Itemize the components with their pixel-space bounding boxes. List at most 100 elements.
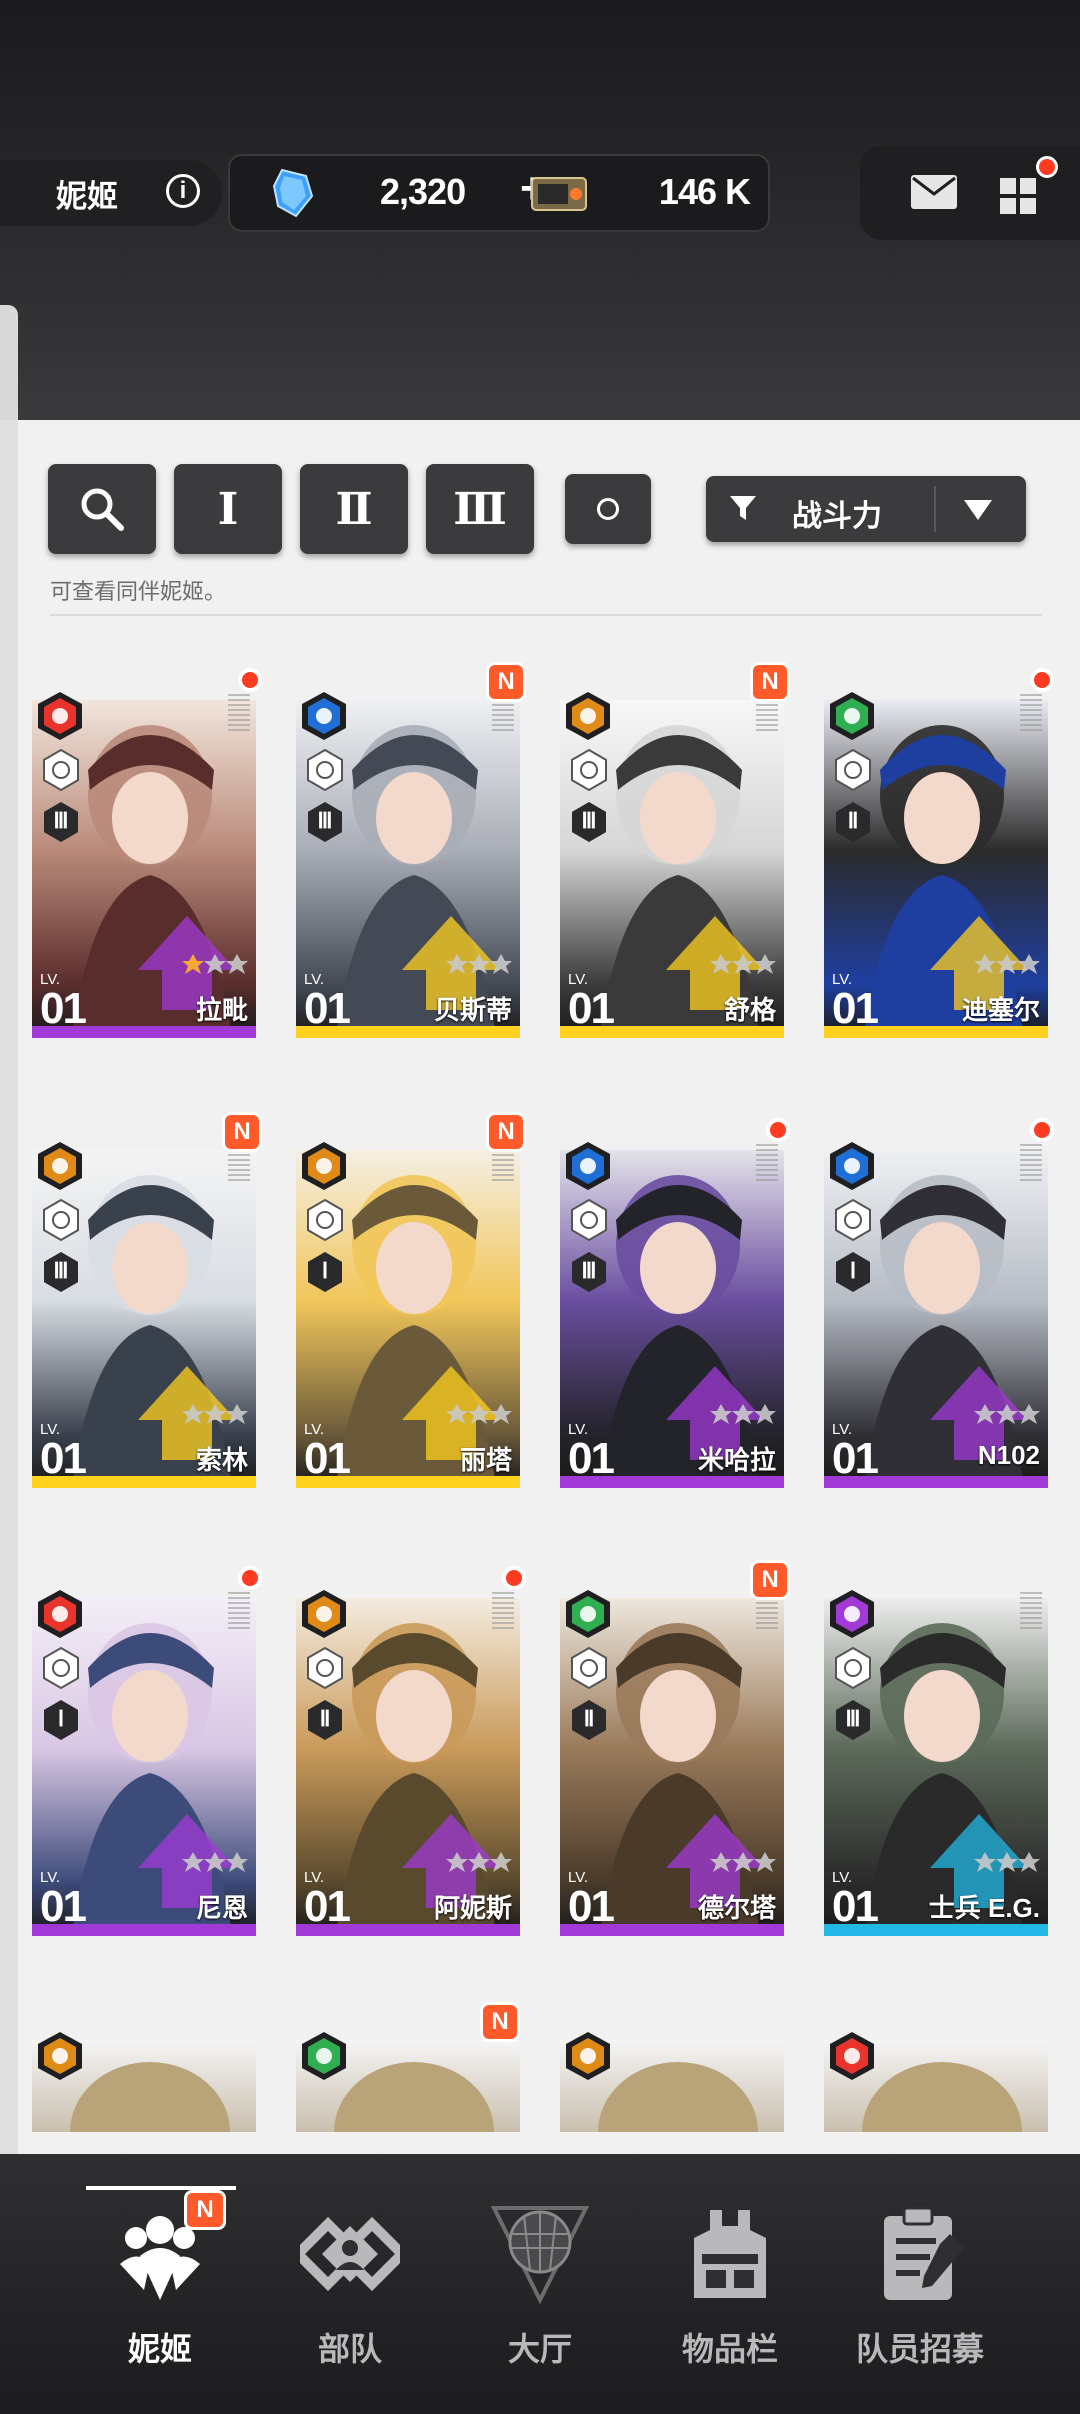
class-icon bbox=[307, 748, 343, 792]
burst-badge: Ⅱ bbox=[306, 1698, 344, 1742]
burst-1-label: Ⅰ bbox=[217, 484, 239, 534]
burst-level: Ⅲ bbox=[845, 1706, 861, 1731]
search-button[interactable] bbox=[48, 464, 156, 554]
new-badge: N bbox=[486, 1112, 526, 1152]
nikke-card[interactable]: Ⅰ LV. 01 尼恩 bbox=[32, 1558, 262, 1958]
circle-icon bbox=[597, 498, 619, 520]
burst-level: Ⅲ bbox=[581, 808, 597, 833]
credit-ticket-icon bbox=[531, 177, 587, 211]
water-element-icon bbox=[566, 1142, 610, 1190]
iron-element-icon bbox=[302, 1590, 346, 1638]
mail-icon[interactable] bbox=[910, 174, 958, 210]
partial-nikke-card[interactable] bbox=[560, 2000, 784, 2132]
nikke-card[interactable]: Ⅰ LV. 01 N102 bbox=[824, 1110, 1054, 1510]
info-icon[interactable]: i bbox=[166, 174, 200, 208]
class-icon bbox=[43, 1646, 79, 1690]
level-value: 01 bbox=[568, 1434, 615, 1483]
burst-badge: Ⅲ bbox=[570, 1250, 608, 1294]
nikke-card[interactable]: Ⅱ LV. 01 阿妮斯 bbox=[296, 1558, 526, 1958]
burst-badge: Ⅰ bbox=[42, 1698, 80, 1742]
class-icon bbox=[835, 1198, 871, 1242]
class-icon bbox=[835, 1646, 871, 1690]
partial-nikke-card[interactable] bbox=[32, 2000, 256, 2132]
card-barcode bbox=[1020, 694, 1042, 734]
nikke-name: 德尔塔 bbox=[697, 1893, 776, 1923]
nikke-card[interactable]: Ⅲ LV. 01 贝斯蒂 N bbox=[296, 660, 526, 1060]
burst-3-label: Ⅲ bbox=[453, 484, 507, 534]
player-name-pill[interactable]: 妮姬 i bbox=[0, 160, 222, 226]
level-value: 01 bbox=[40, 1882, 87, 1931]
bottom-navigation: 妮姬 N 部队 大厅 物品栏 队员招募 bbox=[0, 2154, 1080, 2414]
nav-label-lobby: 大厅 bbox=[507, 2331, 572, 2367]
nikke-name: 贝斯蒂 bbox=[433, 995, 512, 1025]
burst-level: Ⅰ bbox=[321, 1258, 329, 1283]
level-value: 01 bbox=[568, 1882, 615, 1931]
all-burst-filter-button[interactable] bbox=[565, 474, 651, 544]
class-icon bbox=[43, 748, 79, 792]
nav-item-squad[interactable]: 部队 bbox=[255, 2154, 445, 2414]
card-barcode bbox=[1020, 1592, 1042, 1632]
notification-dot bbox=[238, 668, 262, 692]
notification-dot bbox=[502, 1566, 526, 1590]
level-value: 01 bbox=[304, 1434, 351, 1483]
partial-nikke-card[interactable] bbox=[824, 2000, 1048, 2132]
star-rating-icon bbox=[446, 1404, 512, 1424]
level-block: LV. 01 bbox=[568, 1870, 615, 1931]
burst-1-filter-button[interactable]: Ⅰ bbox=[174, 464, 282, 554]
nav-item-inventory[interactable]: 物品栏 bbox=[635, 2154, 825, 2414]
nav-label-squad: 部队 bbox=[317, 2331, 382, 2367]
inventory-vest-icon bbox=[694, 2210, 766, 2298]
burst-level: Ⅰ bbox=[57, 1706, 65, 1731]
nikke-card[interactable]: Ⅱ LV. 01 迪塞尔 bbox=[824, 660, 1054, 1060]
burst-level: Ⅱ bbox=[319, 1706, 331, 1731]
class-icon bbox=[571, 1646, 607, 1690]
nikke-card[interactable]: Ⅲ LV. 01 舒格 N bbox=[560, 660, 790, 1060]
burst-3-filter-button[interactable]: Ⅲ bbox=[426, 464, 534, 554]
gem-count: 2,320 bbox=[380, 171, 466, 212]
class-icon bbox=[835, 748, 871, 792]
burst-level: Ⅰ bbox=[849, 1258, 857, 1283]
star-rating-icon bbox=[974, 1852, 1040, 1872]
burst-badge: Ⅲ bbox=[42, 1250, 80, 1294]
burst-badge: Ⅲ bbox=[570, 800, 608, 844]
nikke-name: N102 bbox=[977, 1440, 1040, 1470]
nav-item-recruit[interactable]: 队员招募 bbox=[825, 2154, 1015, 2414]
burst-badge: Ⅲ bbox=[42, 800, 80, 844]
partial-nikke-card[interactable]: N bbox=[296, 2000, 520, 2132]
nikke-card[interactable]: Ⅲ LV. 01 米哈拉 bbox=[560, 1110, 790, 1510]
nikke-name: 阿妮斯 bbox=[433, 1893, 512, 1923]
lobby-globe-icon bbox=[490, 2206, 590, 2304]
level-value: 01 bbox=[832, 1434, 879, 1483]
star-rating-icon bbox=[974, 954, 1040, 974]
water-element-icon bbox=[302, 692, 346, 740]
menu-grid-icon[interactable] bbox=[1000, 172, 1042, 214]
level-value: 01 bbox=[832, 1882, 879, 1931]
new-badge: N bbox=[486, 662, 526, 702]
squad-icon bbox=[300, 2216, 400, 2292]
nikke-name: 拉毗 bbox=[195, 995, 248, 1025]
nikke-card[interactable]: Ⅲ LV. 01 拉毗 bbox=[32, 660, 262, 1060]
nav-item-nikke[interactable]: 妮姬 bbox=[65, 2154, 255, 2414]
burst-2-filter-button[interactable]: Ⅱ bbox=[300, 464, 408, 554]
nikke-card[interactable]: Ⅲ LV. 01 索林 N bbox=[32, 1110, 262, 1510]
nikke-card[interactable]: Ⅲ LV. 01 士兵 E.G. bbox=[824, 1558, 1048, 1958]
notification-dot bbox=[766, 1118, 790, 1142]
class-icon bbox=[43, 1198, 79, 1242]
gem-icon bbox=[272, 168, 314, 218]
currency-bar: 2,320 + 146 K bbox=[228, 154, 770, 232]
sort-dropdown[interactable]: 战斗力 bbox=[706, 476, 1026, 542]
level-block: LV. 01 bbox=[832, 1422, 879, 1483]
wind-element-icon bbox=[566, 1590, 610, 1638]
nikke-card[interactable]: Ⅰ LV. 01 丽塔 N bbox=[296, 1110, 526, 1510]
card-barcode bbox=[228, 1592, 250, 1632]
hint-divider bbox=[50, 614, 1042, 616]
burst-badge: Ⅲ bbox=[834, 1698, 872, 1742]
recruit-clipboard-icon bbox=[884, 2206, 964, 2300]
nav-item-lobby[interactable]: 大厅 bbox=[445, 2154, 635, 2414]
new-badge: N bbox=[750, 662, 790, 702]
burst-badge: Ⅱ bbox=[834, 800, 872, 844]
nikke-card[interactable]: Ⅱ LV. 01 德尔塔 N bbox=[560, 1558, 790, 1958]
burst-2-label: Ⅱ bbox=[335, 484, 373, 534]
class-icon bbox=[307, 1646, 343, 1690]
star-rating-icon bbox=[182, 1404, 248, 1424]
